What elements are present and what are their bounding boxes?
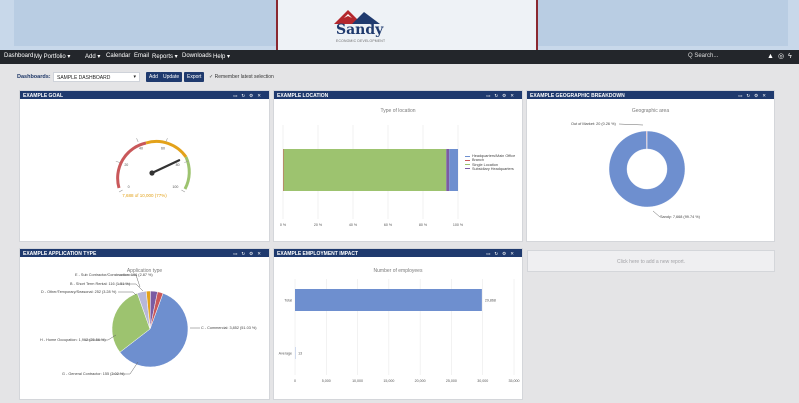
x-tick-label: 60 % <box>384 223 393 227</box>
dashboard-select-value: SAMPLE DASHBOARD <box>57 74 111 81</box>
dashboard-select[interactable]: SAMPLE DASHBOARD ▾ <box>53 72 140 82</box>
application-pie-chart <box>85 274 200 375</box>
donut-slice <box>646 130 648 150</box>
chart-bars <box>283 149 458 191</box>
nav-email[interactable]: Email <box>134 53 149 59</box>
panel-example-employment-impact: EXAMPLE EMPLOYMENT IMPACT ▭↻⚙✕ Number of… <box>273 248 523 400</box>
main-navbar: Dashboard My Portfolio ▾ Add ▾ Calendar … <box>0 50 799 64</box>
add-report-placeholder[interactable]: Click here to add a new report. <box>527 250 775 272</box>
slice-label-sandy: Sandy: 7,668 (99.74 %) <box>660 215 700 219</box>
label-connector <box>618 123 644 126</box>
bar <box>295 289 482 311</box>
nav-add[interactable]: Add ▾ <box>85 53 100 60</box>
brand-tagline: ECONOMIC DEVELOPMENT <box>336 39 386 43</box>
panel-example-goal: EXAMPLE GOAL ▭↻⚙✕ 0 20 40 60 80 100 7,688 of … <box>19 90 270 242</box>
update-button[interactable]: Update <box>160 72 183 82</box>
panel-example-location: EXAMPLE LOCATION ▭↻⚙✕ Type of location 0… <box>273 90 523 242</box>
slice-label-out-of-market: Out of Market: 20 (0.26 %) <box>571 122 616 126</box>
x-tick-label: 100 % <box>453 223 464 227</box>
search-input[interactable]: Q Search... <box>688 53 718 59</box>
label-connector <box>652 210 661 218</box>
header-banner: Sandy ECONOMIC DEVELOPMENT <box>0 0 799 50</box>
slice-label: C - Commercial: 3,852 (51.03 %) <box>201 326 257 330</box>
legend-item: Subsidiary Headquarters <box>465 167 515 171</box>
gauge-tick-label: 100 <box>172 185 178 189</box>
gauge-tick-label: 0 <box>128 185 130 189</box>
slice-label: D - Other/Temporary/Seasonal: 252 (3.28 … <box>41 290 117 294</box>
gauge-tick-label: 60 <box>161 147 165 151</box>
help-icon[interactable]: ◎ <box>778 53 788 60</box>
slice-label: H - Home Occupation: 1,962 (25.56 %) <box>40 338 106 342</box>
gauge-tick-label: 80 <box>176 163 180 167</box>
remember-selection-checkbox[interactable]: ✓ Remember latest selection <box>209 74 274 80</box>
nav-dashboard[interactable]: Dashboard <box>4 53 33 59</box>
brand-name: Sandy <box>336 22 384 38</box>
x-tick-label: 0 <box>294 379 296 383</box>
chart-labels: 0 5,000 10,000 15,000 20,000 25,000 30,000 35,0… <box>279 298 520 383</box>
gauge-chart: 0 20 40 60 80 100 <box>115 138 191 193</box>
x-tick-label: 80 % <box>419 223 428 227</box>
gauge-tick-label: 40 <box>139 147 143 151</box>
nav-downloads[interactable]: Downloads <box>182 53 212 59</box>
banner-left-panel <box>14 0 276 46</box>
activity-icon[interactable]: ϟ <box>788 53 796 60</box>
gauge-tick <box>118 189 123 193</box>
x-tick-label: 20,000 <box>415 379 426 383</box>
panel-example-application-type: EXAMPLE APPLICATION TYPE ▭↻⚙✕ Applicatio… <box>19 248 270 400</box>
gauge-tick <box>181 189 186 193</box>
value-label: 29,868 <box>485 298 496 302</box>
slice-label: B - Short Term Rental: 116 (1.51 %) <box>70 282 131 286</box>
category-label: Average <box>279 351 292 355</box>
dashboard-toolbar: Dashboards: SAMPLE DASHBOARD ▾ Add Updat… <box>0 70 799 84</box>
gauge-tick <box>115 160 120 163</box>
bar-segment <box>283 149 447 191</box>
x-tick-label: 30,000 <box>477 379 488 383</box>
x-tick-label: 25,000 <box>446 379 457 383</box>
nav-my-portfolio[interactable]: My Portfolio ▾ <box>34 53 70 60</box>
x-tick-label: 10,000 <box>352 379 363 383</box>
nav-help[interactable]: Help ▾ <box>213 53 230 60</box>
bar-segment <box>446 149 450 191</box>
gauge-hub <box>149 170 155 176</box>
chart-legend: Headquarters/Main Office Branch Single L… <box>465 154 515 171</box>
add-button[interactable]: Add <box>146 72 161 82</box>
gauge-tick-label: 20 <box>124 163 128 167</box>
chart-x-ticks: 0 % 20 % 40 % 60 % 80 % 100 % <box>280 223 464 227</box>
category-label: Total <box>284 298 292 302</box>
x-tick-label: 20 % <box>314 223 323 227</box>
x-tick-label: 35,000 <box>509 379 520 383</box>
x-tick-label: 40 % <box>349 223 358 227</box>
nav-reports[interactable]: Reports ▾ <box>152 53 178 60</box>
bar-segment <box>449 149 458 191</box>
x-tick-label: 0 % <box>280 223 287 227</box>
value-label: 13 <box>298 351 302 355</box>
gauge-value-text: 7,688 of 10,000 (77%) <box>122 193 167 198</box>
bell-icon[interactable]: ▲ <box>767 53 778 60</box>
donut-slices <box>608 130 686 208</box>
bar-segment <box>283 149 284 191</box>
geographic-donut-chart <box>608 123 686 218</box>
chevron-down-icon: ▾ <box>133 74 136 80</box>
slice-label: G - General Contractor: 155 (2.02 %) <box>62 372 125 376</box>
banner-center <box>276 0 538 50</box>
slice-label: E - Sub Contractor/Construction: 196 (2.… <box>75 273 153 277</box>
banner-right-panel <box>538 0 788 46</box>
x-tick-label: 5,000 <box>322 379 331 383</box>
chart-bars <box>295 289 482 359</box>
nav-calendar[interactable]: Calendar <box>106 53 130 59</box>
export-button[interactable]: Export <box>184 72 205 82</box>
gauge-tick <box>165 138 168 143</box>
dashboards-label: Dashboards: <box>17 74 51 80</box>
employment-bar-chart: 0 5,000 10,000 15,000 20,000 25,000 30,000 35,0… <box>279 279 520 383</box>
gauge-tick <box>136 138 139 143</box>
add-report-text: Click here to add a new report. <box>616 259 686 265</box>
panel-example-geographic: EXAMPLE GEOGRAPHIC BREAKDOWN ▭↻⚙✕ Geogra… <box>526 90 775 242</box>
x-tick-label: 15,000 <box>383 379 394 383</box>
pie-slices <box>111 290 189 368</box>
